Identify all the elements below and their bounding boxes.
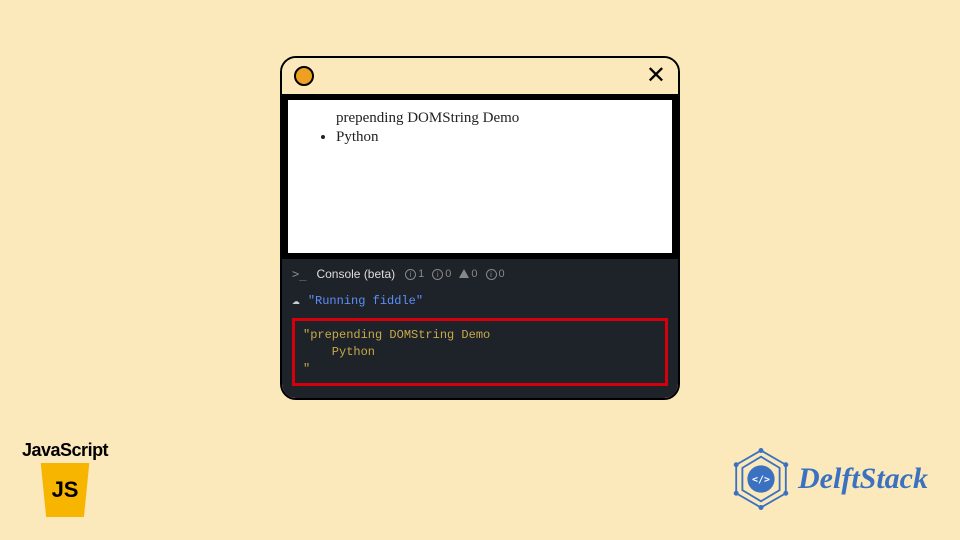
info-badge: i 1	[405, 268, 424, 280]
warning-icon	[459, 269, 469, 278]
close-icon[interactable]: ✕	[646, 64, 666, 88]
cloud-icon: ☁	[292, 293, 300, 308]
circle-icon: i	[432, 269, 443, 280]
info-icon: i	[405, 269, 416, 280]
window-titlebar: ✕	[282, 58, 678, 94]
traffic-light-dot[interactable]	[294, 66, 314, 86]
js-shield-icon: JS	[38, 463, 92, 517]
warn-count: 0	[471, 268, 477, 280]
console-header: >_ Console (beta) i 1 i 0 0 i 0	[282, 259, 678, 289]
delftstack-logo: </> DelftStack	[730, 448, 928, 510]
circle-badge: i 0	[432, 268, 451, 280]
output-line-2: Python	[303, 345, 375, 359]
other-badge: i 0	[486, 268, 505, 280]
list-item: Python	[336, 129, 654, 146]
content-list: Python	[336, 129, 654, 146]
javascript-logo: JavaScript JS	[22, 440, 108, 517]
output-line-3: "	[303, 362, 310, 376]
delftstack-emblem-icon: </>	[730, 448, 792, 510]
other-icon: i	[486, 269, 497, 280]
svg-text:</>: </>	[752, 475, 770, 486]
console-title: Console (beta)	[316, 267, 395, 281]
js-badge-text: JS	[52, 477, 79, 503]
other-count: 0	[499, 268, 505, 280]
circle-count: 0	[445, 268, 451, 280]
content-heading: prepending DOMString Demo	[336, 110, 654, 127]
page-content: prepending DOMString Demo Python	[282, 94, 678, 259]
browser-window: ✕ prepending DOMString Demo Python >_ Co…	[280, 56, 680, 400]
warn-badge: 0	[459, 268, 477, 280]
info-count: 1	[418, 268, 424, 280]
console-prompt-icon: >_	[292, 267, 306, 281]
console-running-line: ☁ "Running fiddle"	[282, 289, 678, 312]
running-fiddle-text: "Running fiddle"	[308, 294, 423, 308]
output-line-1: "prepending DOMString Demo	[303, 328, 490, 342]
javascript-label: JavaScript	[22, 440, 108, 461]
console-badges: i 1 i 0 0 i 0	[405, 268, 505, 280]
console-output-highlight: "prepending DOMString Demo Python "	[292, 318, 668, 386]
delftstack-text: DelftStack	[798, 462, 928, 496]
console-panel: >_ Console (beta) i 1 i 0 0 i 0	[282, 259, 678, 398]
